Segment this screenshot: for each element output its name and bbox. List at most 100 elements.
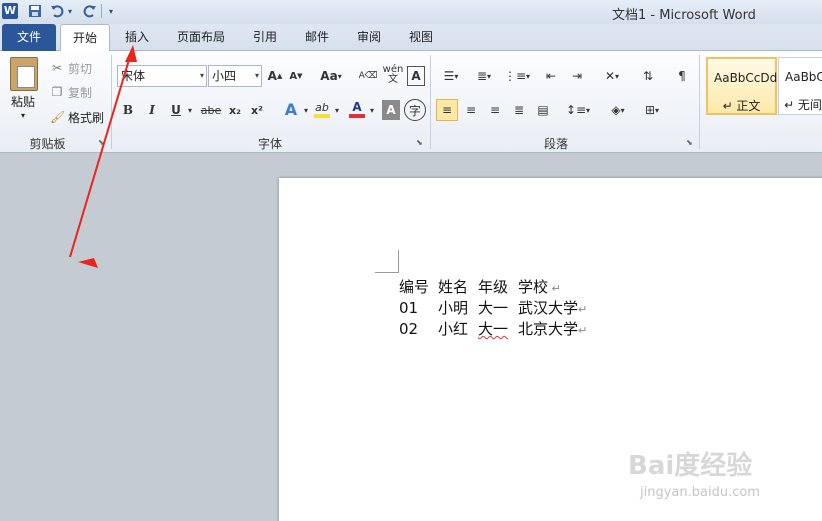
- title-bar: W ▾ ▾ 文档1 - Microsoft Word: [0, 0, 822, 24]
- ribbon-tab-bar: 文件 开始 插入 页面布局 引用 邮件 审阅 视图: [0, 24, 822, 52]
- font-color-dropdown-icon[interactable]: ▾: [368, 100, 376, 120]
- copy-icon: ❐: [51, 85, 63, 99]
- tab-mailings[interactable]: 邮件: [294, 24, 340, 51]
- tab-review[interactable]: 审阅: [346, 24, 392, 51]
- customize-quick-access-icon[interactable]: ▾: [106, 3, 116, 19]
- multilevel-list-icon[interactable]: ⋮≡ ▾: [504, 65, 530, 87]
- window-title: 文档1 - Microsoft Word: [612, 8, 756, 23]
- numbering-icon[interactable]: ≣ ▾: [471, 65, 497, 87]
- align-center-icon[interactable]: ≡: [460, 99, 482, 121]
- clipboard-launcher-icon[interactable]: ⬊: [98, 138, 105, 147]
- margin-corner-mark: [375, 272, 399, 273]
- underline-button[interactable]: U: [167, 100, 185, 120]
- header-cell: 年级: [478, 278, 509, 296]
- shrink-font-button[interactable]: A ▼: [287, 66, 305, 86]
- row-cell: 武汉大学: [518, 299, 579, 317]
- header-cell: 姓名: [438, 278, 469, 296]
- show-formatting-marks-icon[interactable]: ¶: [672, 65, 692, 87]
- tab-insert[interactable]: 插入: [114, 24, 160, 51]
- line-spacing-icon[interactable]: ↕≡ ▾: [564, 99, 592, 121]
- style-no-spacing[interactable]: AaBbCc ↵ 无间: [778, 57, 822, 115]
- font-size-combo[interactable]: 小四 ▾: [208, 65, 262, 87]
- word-app-icon[interactable]: W: [2, 3, 18, 19]
- font-color-button[interactable]: A: [347, 98, 367, 120]
- text-effects-dropdown-icon[interactable]: ▾: [302, 100, 310, 120]
- doc-line-header[interactable]: 编号 姓名 年级 学校 ↵: [399, 276, 561, 297]
- row-cell: 01: [399, 299, 419, 317]
- align-left-icon[interactable]: ≡: [436, 99, 458, 121]
- separator: [101, 4, 102, 18]
- sort-icon[interactable]: ⇅: [636, 65, 660, 87]
- character-border-button[interactable]: A: [407, 66, 425, 86]
- italic-button[interactable]: I: [143, 100, 161, 120]
- style-normal[interactable]: AaBbCcDd ↵ 正文: [706, 57, 777, 115]
- tab-references[interactable]: 引用: [242, 24, 288, 51]
- scissors-icon: ✂: [51, 61, 63, 75]
- paste-button[interactable]: 粘贴: [11, 93, 35, 110]
- row-cell: 02: [399, 320, 419, 338]
- row-cell: 大一: [478, 320, 509, 338]
- decrease-indent-icon[interactable]: ⇤: [540, 65, 562, 87]
- brush-icon: 🖌: [50, 110, 66, 124]
- paste-icon[interactable]: [10, 57, 38, 91]
- change-case-button[interactable]: Aa ▾: [318, 66, 344, 86]
- clear-formatting-icon[interactable]: A⌫: [359, 66, 378, 86]
- header-cell: 学校: [518, 278, 549, 296]
- paragraph-mark-icon: ↵: [578, 324, 588, 337]
- tab-file[interactable]: 文件: [2, 24, 56, 51]
- doc-line-row[interactable]: 02 小红 大一 北京大学↵: [399, 318, 587, 339]
- font-launcher-icon[interactable]: ⬊: [416, 138, 423, 147]
- row-cell: 小明: [438, 299, 469, 317]
- undo-dropdown-icon[interactable]: ▾: [66, 3, 74, 19]
- justify-icon[interactable]: ≣: [508, 99, 530, 121]
- chevron-down-icon: ▾: [199, 71, 204, 80]
- bullets-icon[interactable]: ☰ ▾: [438, 65, 464, 87]
- cut-button[interactable]: ✂ 剪切: [50, 59, 92, 77]
- ribbon-home: 粘贴 ▾ ✂ 剪切 ❐ 复制 🖌 格式刷 剪贴板 ⬊ 宋体 ▾ 小四 ▾ A ▲ A ▼ Aa…: [0, 51, 822, 153]
- row-cell: 小红: [438, 320, 469, 338]
- align-right-icon[interactable]: ≡: [484, 99, 506, 121]
- shading-bucket-icon[interactable]: ◈ ▾: [604, 99, 632, 121]
- row-cell: 北京大学: [518, 320, 579, 338]
- chevron-down-icon: ▾: [254, 71, 259, 80]
- save-icon[interactable]: [27, 3, 43, 19]
- character-shading-button[interactable]: A: [382, 100, 400, 120]
- strikethrough-button[interactable]: abe: [200, 100, 222, 120]
- underline-dropdown-icon[interactable]: ▾: [186, 100, 194, 120]
- highlight-dropdown-icon[interactable]: ▾: [333, 100, 341, 120]
- group-label-clipboard: 剪贴板: [29, 137, 66, 151]
- highlight-color-bar: [314, 113, 330, 118]
- undo-icon[interactable]: [49, 3, 65, 19]
- phonetic-guide-button[interactable]: wén 文: [382, 63, 404, 87]
- paragraph-launcher-icon[interactable]: ⬊: [686, 138, 693, 147]
- bold-button[interactable]: B: [119, 100, 137, 120]
- tab-view[interactable]: 视图: [398, 24, 444, 51]
- format-painter-button[interactable]: 🖌 格式刷: [50, 108, 104, 126]
- text-effects-button[interactable]: A: [280, 98, 302, 120]
- redo-icon[interactable]: [82, 3, 98, 19]
- group-label-paragraph: 段落: [543, 137, 568, 151]
- enclose-characters-button[interactable]: 字: [404, 99, 426, 121]
- paragraph-mark-icon: ↵: [578, 303, 588, 316]
- baidu-watermark-url: jingyan.baidu.com: [640, 485, 760, 500]
- highlight-button[interactable]: ab: [312, 98, 332, 120]
- row-cell: 大一: [478, 299, 509, 317]
- font-color-bar: [349, 114, 365, 118]
- tab-home[interactable]: 开始: [60, 24, 110, 52]
- paragraph-mark-icon: ↵: [548, 282, 561, 295]
- chinese-layout-icon[interactable]: ✕ ▾: [598, 65, 626, 87]
- increase-indent-icon[interactable]: ⇥: [566, 65, 588, 87]
- borders-icon[interactable]: ⊞ ▾: [638, 99, 666, 121]
- margin-corner-mark: [398, 250, 399, 273]
- font-name-combo[interactable]: 宋体 ▾: [117, 65, 207, 87]
- distributed-icon[interactable]: ▤: [532, 99, 554, 121]
- tab-page-layout[interactable]: 页面布局: [168, 24, 234, 51]
- doc-line-row[interactable]: 01 小明 大一 武汉大学↵: [399, 297, 587, 318]
- superscript-button[interactable]: x²: [248, 100, 266, 120]
- paste-dropdown-icon[interactable]: ▾: [21, 111, 25, 120]
- separator: [699, 55, 700, 149]
- header-cell: 编号: [399, 278, 430, 296]
- grow-font-button[interactable]: A ▲: [266, 66, 284, 86]
- copy-button[interactable]: ❐ 复制: [50, 83, 92, 101]
- subscript-button[interactable]: x₂: [226, 100, 244, 120]
